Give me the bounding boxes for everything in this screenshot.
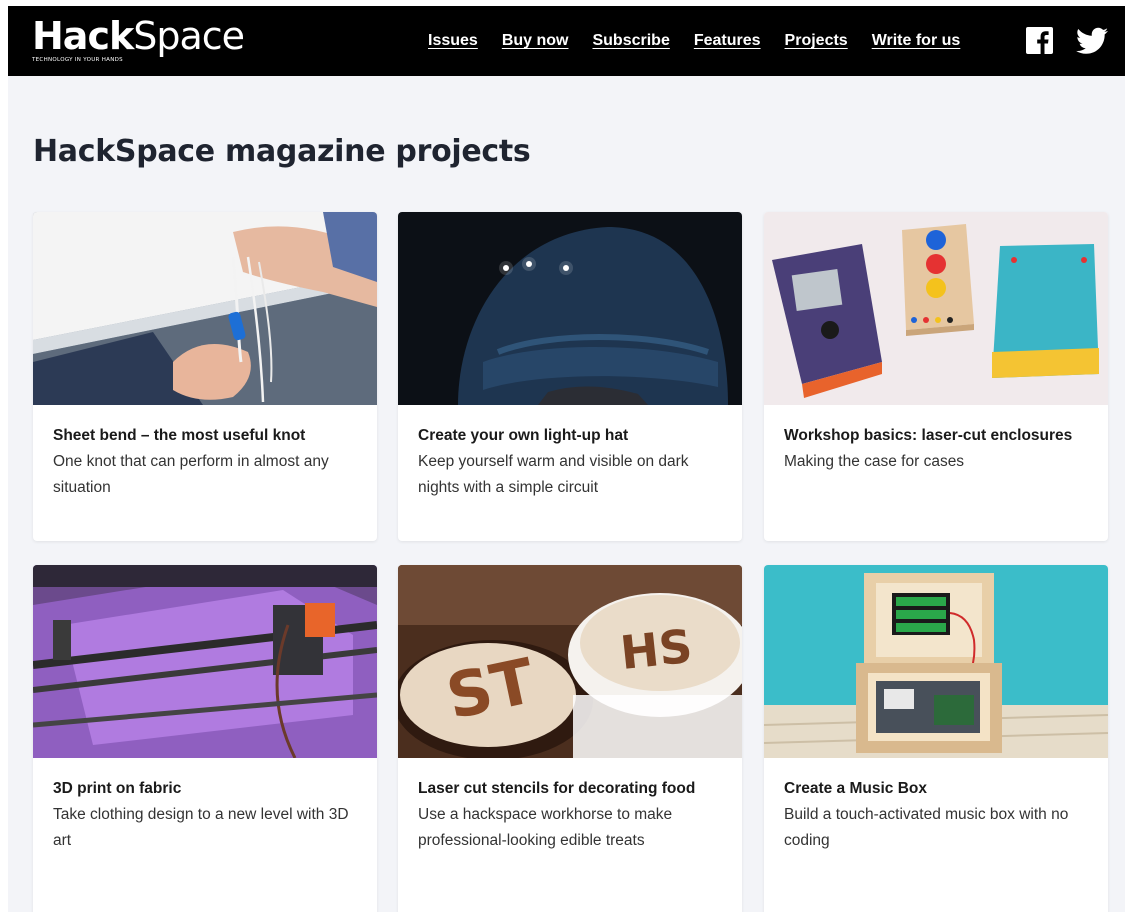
project-title[interactable]: Sheet bend – the most useful knot	[53, 423, 357, 449]
project-description: Use a hackspace workhorse to make profes…	[418, 806, 673, 849]
card-body: Create a Music Box Build a touch-activat…	[764, 758, 1108, 854]
card-body: 3D print on fabric Take clothing design …	[33, 758, 377, 854]
card-body: Sheet bend – the most useful knot One kn…	[33, 405, 377, 501]
nav-subscribe[interactable]: Subscribe	[592, 32, 669, 50]
project-image[interactable]	[33, 565, 377, 758]
project-card[interactable]: ST HS Laser cut stencils for decorating …	[398, 565, 742, 912]
project-description: Keep yourself warm and visible on dark n…	[418, 453, 689, 496]
logo-wordmark: HackSpace	[32, 14, 245, 58]
twitter-icon[interactable]	[1076, 27, 1108, 55]
nav-buy-now[interactable]: Buy now	[502, 32, 569, 50]
nav-issues[interactable]: Issues	[428, 32, 478, 50]
page-frame: HackSpace TECHNOLOGY IN YOUR HANDS Issue…	[8, 6, 1125, 912]
card-body: Create your own light-up hat Keep yourse…	[398, 405, 742, 501]
project-description: Take clothing design to a new level with…	[53, 806, 349, 849]
project-card[interactable]: Sheet bend – the most useful knot One kn…	[33, 212, 377, 541]
project-image[interactable]	[764, 565, 1108, 758]
project-description: Making the case for cases	[784, 453, 965, 470]
project-title[interactable]: 3D print on fabric	[53, 776, 357, 802]
project-title[interactable]: Workshop basics: laser-cut enclosures	[784, 423, 1088, 449]
project-description: Build a touch-activated music box with n…	[784, 806, 1069, 849]
facebook-icon[interactable]	[1026, 27, 1053, 54]
site-logo[interactable]: HackSpace TECHNOLOGY IN YOUR HANDS	[32, 14, 245, 68]
nav-projects[interactable]: Projects	[785, 32, 848, 50]
project-image[interactable]	[398, 212, 742, 405]
project-title[interactable]: Create your own light-up hat	[418, 423, 722, 449]
site-header: HackSpace TECHNOLOGY IN YOUR HANDS Issue…	[8, 6, 1125, 76]
project-image[interactable]: ST HS	[398, 565, 742, 758]
main-nav: Issues Buy now Subscribe Features Projec…	[428, 6, 984, 76]
stencil-letters: HS	[618, 619, 695, 680]
project-title[interactable]: Create a Music Box	[784, 776, 1088, 802]
project-image[interactable]	[764, 212, 1108, 405]
card-body: Workshop basics: laser-cut enclosures Ma…	[764, 405, 1108, 475]
logo-hack: Hack	[32, 14, 134, 58]
project-image[interactable]	[33, 212, 377, 405]
nav-write-for-us[interactable]: Write for us	[872, 32, 961, 50]
card-body: Laser cut stencils for decorating food U…	[398, 758, 742, 854]
page-title: HackSpace magazine projects	[33, 134, 531, 169]
logo-space: Space	[133, 14, 245, 58]
project-description: One knot that can perform in almost any …	[53, 453, 329, 496]
project-card[interactable]: Create your own light-up hat Keep yourse…	[398, 212, 742, 541]
project-title[interactable]: Laser cut stencils for decorating food	[418, 776, 722, 802]
project-card[interactable]: Create a Music Box Build a touch-activat…	[764, 565, 1108, 912]
nav-features[interactable]: Features	[694, 32, 761, 50]
project-card[interactable]: Workshop basics: laser-cut enclosures Ma…	[764, 212, 1108, 541]
project-card[interactable]: 3D print on fabric Take clothing design …	[33, 565, 377, 912]
